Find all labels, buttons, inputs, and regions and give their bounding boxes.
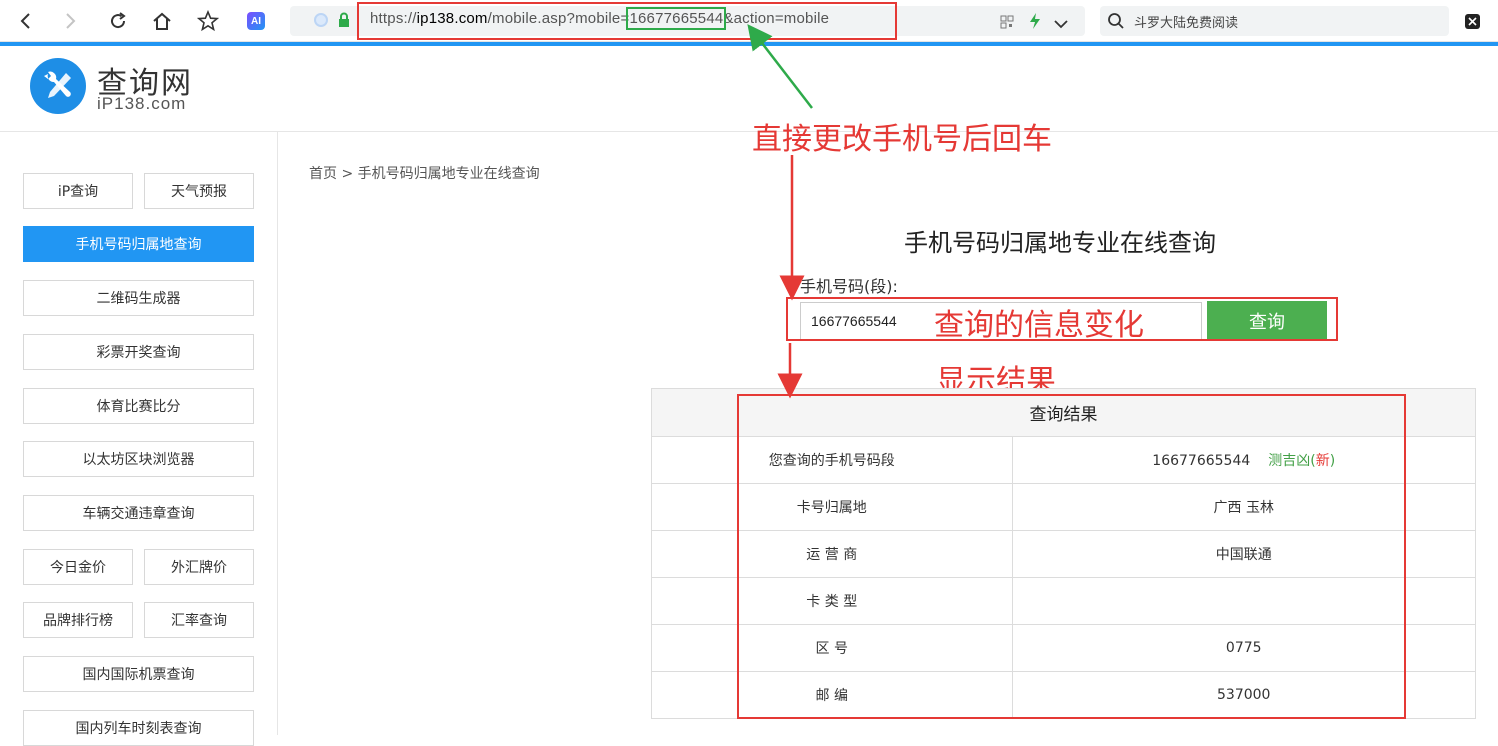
sidebar-item-lottery[interactable]: 彩票开奖查询: [23, 334, 254, 370]
sidebar-item-brand-rank[interactable]: 品牌排行榜: [23, 602, 133, 638]
sidebar-item-traffic[interactable]: 车辆交通违章查询: [23, 495, 254, 531]
sidebar-item-exchange-rate[interactable]: 汇率查询: [144, 602, 254, 638]
home-icon[interactable]: [149, 8, 175, 34]
ai-assistant-icon[interactable]: AI: [243, 8, 269, 34]
logo-tools-icon[interactable]: [30, 58, 86, 114]
annotation-change-number: 直接更改手机号后回车: [752, 122, 1052, 157]
reload-icon[interactable]: [105, 8, 131, 34]
ai-label: AI: [247, 12, 265, 30]
sidebar-item-gold-price[interactable]: 今日金价: [23, 549, 133, 585]
sidebar-item-qrcode[interactable]: 二维码生成器: [23, 280, 254, 316]
sidebar-item-trains[interactable]: 国内列车时刻表查询: [23, 710, 254, 746]
logo-subtitle: iP138.com: [97, 94, 187, 113]
search-icon: [1107, 12, 1125, 34]
site-info-icon[interactable]: [314, 13, 328, 27]
lock-icon: [338, 12, 350, 32]
chevron-down-icon[interactable]: [1054, 14, 1068, 33]
sidebar-item-flights[interactable]: 国内国际机票查询: [23, 656, 254, 692]
url-annotation-box: [357, 2, 897, 40]
lightning-icon[interactable]: [1029, 12, 1041, 34]
result-annotation-box: [737, 394, 1406, 719]
browser-toolbar: AI https://ip138.com/mobile.asp?mobile=1…: [0, 0, 1498, 42]
site-header: 查询网 iP138.com: [0, 46, 1498, 132]
back-icon[interactable]: [12, 8, 38, 34]
qr-code-icon[interactable]: [1000, 14, 1014, 33]
forward-icon[interactable]: [58, 8, 84, 34]
sidebar-item-weather[interactable]: 天气预报: [144, 173, 254, 209]
sidebar-item-phone-location[interactable]: 手机号码归属地查询: [23, 226, 254, 262]
sidebar-item-forex[interactable]: 外汇牌价: [144, 549, 254, 585]
breadcrumb[interactable]: 首页 > 手机号码归属地专业在线查询: [309, 163, 540, 183]
sidebar-item-sports[interactable]: 体育比赛比分: [23, 388, 254, 424]
extension-icon[interactable]: [1465, 14, 1480, 29]
sidebar: [0, 132, 278, 735]
phone-field-label: 手机号码(段):: [800, 277, 898, 296]
annotation-info-change: 查询的信息变化: [934, 308, 1144, 343]
bookmark-star-icon[interactable]: [195, 8, 221, 34]
search-suggestion-text[interactable]: 斗罗大陆免费阅读: [1134, 12, 1238, 31]
sidebar-item-ip-query[interactable]: iP查询: [23, 173, 133, 209]
page-title: 手机号码归属地专业在线查询: [904, 229, 1216, 257]
sidebar-item-ethereum[interactable]: 以太坊区块浏览器: [23, 441, 254, 477]
